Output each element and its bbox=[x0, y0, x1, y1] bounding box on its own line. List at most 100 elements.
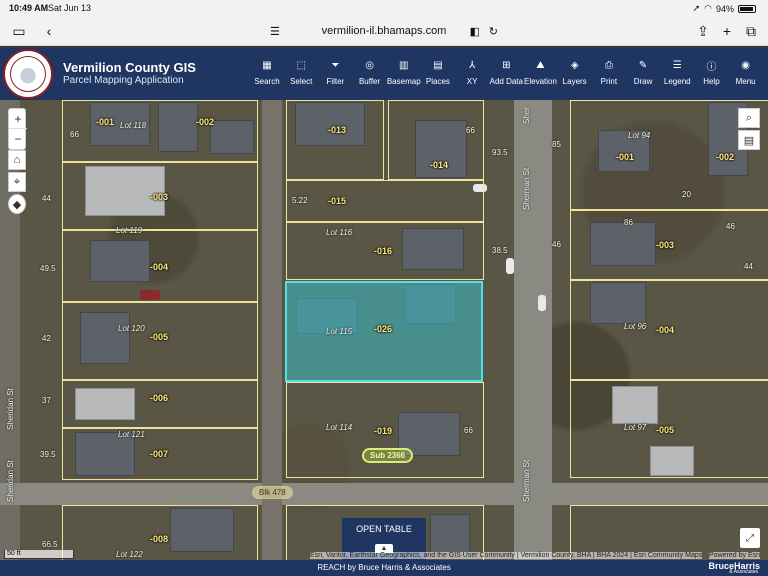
brand-sub: & Associates bbox=[729, 569, 758, 575]
tool-places[interactable]: ▤ Places bbox=[421, 58, 455, 87]
app-header: Vermilion County GIS Parcel Mapping Appl… bbox=[0, 48, 768, 100]
parcel-number: -016 bbox=[374, 246, 393, 256]
parcel-number: -026 bbox=[374, 324, 393, 334]
keyboard-icon[interactable]: ▤ bbox=[738, 130, 760, 150]
tool-basemap[interactable]: ▥ Basemap bbox=[386, 58, 421, 87]
dimension-label: 66 bbox=[70, 130, 79, 139]
tool-elevation[interactable]: ⛰ Elevation bbox=[524, 58, 558, 87]
powered-by[interactable]: Powered by Esri bbox=[709, 552, 760, 559]
dimension-label: 49.5 bbox=[40, 264, 56, 273]
tool-draw[interactable]: ✎ Draw bbox=[626, 58, 660, 87]
basemap-icon: ▥ bbox=[399, 59, 409, 71]
dimension-label: 5.22 bbox=[292, 196, 308, 205]
dimension-label: 20 bbox=[682, 190, 691, 199]
screen: { "status": {"time": "10:49 AM", "date":… bbox=[0, 0, 768, 576]
parcel-number: -001 bbox=[96, 117, 115, 127]
parcel-number: -007 bbox=[150, 449, 169, 459]
tool-bar: ▦ Search ⬚ Select ⏷ Filter ◎ Buffer ▥ Basemap ▤ Pla… bbox=[250, 58, 763, 87]
buffer-icon: ◎ bbox=[365, 59, 374, 71]
street-label: Sherman St bbox=[522, 459, 531, 502]
dimension-label: 46 bbox=[726, 222, 735, 231]
tool-label: Filter bbox=[326, 77, 345, 86]
sidebar-toggle-icon[interactable]: ▭ bbox=[10, 22, 28, 40]
tool-label: Legend bbox=[663, 77, 691, 86]
places-icon: ▤ bbox=[433, 59, 443, 71]
dimension-label: 66 bbox=[466, 126, 475, 135]
street-label: Sher bbox=[522, 107, 531, 124]
reader-icon[interactable]: ☰ bbox=[270, 25, 280, 38]
battery-level: 94% bbox=[715, 3, 734, 14]
address-bar[interactable]: ☰ vermilion-il.bhamaps.com ◧ ↻ bbox=[262, 20, 506, 42]
parcel-number: -002 bbox=[196, 117, 215, 127]
status-time: 10:49 AM bbox=[9, 3, 49, 13]
tool-help[interactable]: ⓘ Help bbox=[694, 58, 728, 87]
parcel-number: -008 bbox=[150, 534, 169, 544]
footer-text[interactable]: REACH by Bruce Harris & Associates bbox=[0, 563, 768, 572]
tool-filter[interactable]: ⏷ Filter bbox=[318, 58, 352, 87]
parcel-number: -005 bbox=[150, 332, 169, 342]
status-date: Sat Jun 13 bbox=[48, 3, 92, 13]
map-attribution[interactable]: Esri, Vantor, Earthstar Geographics, and… bbox=[310, 552, 703, 559]
zoom-in-button[interactable]: + bbox=[9, 109, 27, 129]
subdivision-label: Sub 2366 bbox=[362, 448, 414, 463]
zoom-controls: + − bbox=[8, 108, 27, 150]
tool-label: Basemap bbox=[386, 77, 421, 86]
lot-label: Lot 119 bbox=[116, 226, 143, 235]
browser-toolbar: ▭ ‹ ☰ vermilion-il.bhamaps.com ◧ ↻ ⇪ + ⧉ bbox=[0, 16, 768, 46]
parcel-outline[interactable] bbox=[286, 100, 384, 180]
dimension-label: 85 bbox=[552, 140, 561, 149]
fullscreen-icon[interactable]: ⤢ bbox=[740, 528, 760, 548]
location-icon: ➚ bbox=[692, 3, 701, 13]
parcel-number: -003 bbox=[656, 240, 675, 250]
lot-label: Lot 94 bbox=[628, 131, 651, 140]
tool-menu[interactable]: ◉ Menu bbox=[729, 58, 763, 87]
parcel-outline[interactable] bbox=[62, 505, 258, 560]
dimension-label: 66 bbox=[464, 426, 473, 435]
open-table-label: OPEN TABLE bbox=[356, 524, 412, 534]
tool-search[interactable]: ▦ Search bbox=[250, 58, 284, 87]
home-icon[interactable]: ⌂ bbox=[8, 150, 26, 170]
dimension-label: 38.5 bbox=[492, 246, 508, 255]
parcel-number: -002 bbox=[716, 152, 735, 162]
tool-label: Add Data bbox=[489, 77, 523, 86]
scale-bar: 50 ft bbox=[4, 550, 74, 559]
tabs-icon[interactable]: ⧉ bbox=[742, 22, 760, 40]
app-subtitle: Parcel Mapping Application bbox=[63, 75, 184, 86]
street-label: Sherman St bbox=[522, 167, 531, 210]
tool-label: Buffer bbox=[358, 77, 381, 86]
reload-icon[interactable]: ↻ bbox=[489, 25, 498, 38]
new-tab-icon[interactable]: + bbox=[718, 22, 736, 40]
tool-label: Elevation bbox=[524, 77, 557, 86]
back-button[interactable]: ‹ bbox=[40, 22, 58, 40]
tool-legend[interactable]: ☰ Legend bbox=[660, 58, 694, 87]
search-map-icon[interactable]: ⌕ bbox=[738, 108, 760, 128]
dimension-label: 46 bbox=[552, 240, 561, 249]
zoom-out-button[interactable]: − bbox=[9, 129, 27, 149]
status-bar: 10:49 AM Sat Jun 13 ➚ ◠ 94% bbox=[0, 0, 768, 16]
add-data-icon: ⊞ bbox=[502, 59, 511, 71]
tool-select[interactable]: ⬚ Select bbox=[284, 58, 318, 87]
tool-add-data[interactable]: ⊞ Add Data bbox=[489, 58, 523, 87]
locate-icon[interactable]: ⌖ bbox=[8, 172, 26, 192]
search-icon: ▦ bbox=[262, 59, 272, 71]
parcel-number: -013 bbox=[328, 125, 347, 135]
parcel-number: -019 bbox=[374, 426, 393, 436]
layers-icon: ◈ bbox=[570, 59, 579, 71]
parcel-outline[interactable] bbox=[286, 180, 484, 222]
tool-buffer[interactable]: ◎ Buffer bbox=[353, 58, 387, 87]
parcel-number: -006 bbox=[150, 393, 169, 403]
tool-print[interactable]: ⎙ Print bbox=[592, 58, 626, 87]
parcel-outline[interactable] bbox=[62, 100, 258, 162]
parcel-number: -004 bbox=[150, 262, 169, 272]
extension-icon[interactable]: ◧ bbox=[470, 25, 480, 38]
lot-label: Lot 122 bbox=[116, 550, 143, 559]
parcel-outline[interactable] bbox=[62, 380, 258, 428]
app-title: Vermilion County GIS bbox=[63, 60, 196, 75]
compass-icon[interactable]: ◆ bbox=[8, 194, 26, 214]
tool-layers[interactable]: ◈ Layers bbox=[558, 58, 592, 87]
tool-label: Print bbox=[600, 77, 618, 86]
share-icon[interactable]: ⇪ bbox=[694, 22, 712, 40]
elevation-icon: ⛰ bbox=[536, 59, 545, 71]
tool-xy[interactable]: ⅄ XY bbox=[455, 58, 489, 87]
map-view[interactable]: -001 -002 -003 -004 -005 -006 -007 -008 … bbox=[0, 100, 768, 560]
